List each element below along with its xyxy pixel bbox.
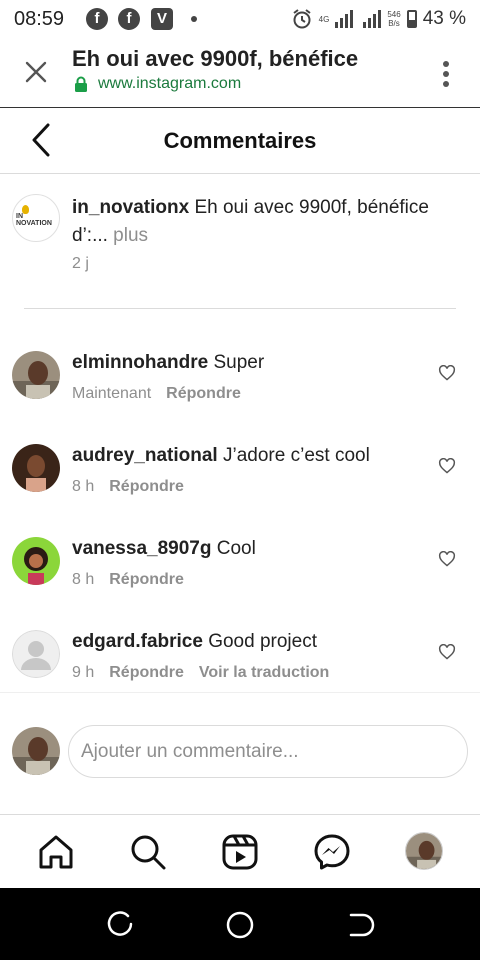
messenger-icon[interactable]	[313, 833, 351, 871]
avatar[interactable]: IN NOVATION	[12, 194, 60, 242]
url-bar[interactable]: www.instagram.com	[74, 75, 241, 93]
translate-button[interactable]: Voir la traduction	[199, 664, 329, 681]
comment-item: audrey_national J’adore c’est cool 8 h Ré…	[0, 444, 480, 537]
comment-meta: 9 h Répondre Voir la traduction	[72, 664, 329, 682]
comment-username[interactable]: vanessa_8907g	[72, 538, 211, 559]
more-link[interactable]: plus	[108, 225, 148, 246]
caption-time: 2 j	[72, 255, 89, 272]
avatar-logo-text: IN NOVATION	[16, 213, 52, 227]
lock-icon	[75, 76, 87, 92]
network-type: 4G	[318, 14, 330, 24]
comment-body: Super	[208, 352, 265, 373]
avatar[interactable]	[12, 537, 60, 585]
more-vert-icon[interactable]	[442, 60, 450, 88]
facebook-notification-icon: f	[86, 8, 108, 30]
home-icon[interactable]	[37, 833, 75, 871]
url-text: www.instagram.com	[98, 75, 242, 92]
heart-icon[interactable]	[438, 365, 456, 381]
comment-item: elminnohandre Super Maintenant Répondre	[0, 351, 480, 444]
recent-apps-icon[interactable]	[105, 910, 135, 940]
home-circle-icon[interactable]	[225, 910, 255, 940]
comment-meta: 8 h Répondre	[72, 571, 184, 589]
profile-avatar[interactable]	[405, 832, 443, 870]
signal-icon	[335, 10, 354, 28]
caption-username[interactable]: in_novationx	[72, 197, 189, 218]
status-indicators: 4G 546 B/s 43 %	[291, 6, 466, 32]
battery-icon	[406, 10, 417, 28]
comment-text: edgard.fabrice Good project	[72, 631, 317, 653]
add-comment-bar	[0, 692, 480, 814]
status-time: 08:59	[14, 8, 65, 30]
comment-username[interactable]: elminnohandre	[72, 352, 208, 373]
comment-body: J’adore c’est cool	[217, 445, 370, 466]
reply-button[interactable]: Répondre	[109, 664, 184, 681]
comments-header: Commentaires	[0, 108, 480, 174]
comment-time: 9 h	[72, 664, 95, 681]
back-icon[interactable]	[345, 910, 375, 940]
post-caption: IN NOVATION in_novationx Eh oui avec 990…	[0, 176, 480, 308]
facebook-notification-icon: f	[118, 8, 140, 30]
tab-bar	[0, 814, 480, 888]
heart-icon[interactable]	[438, 458, 456, 474]
custom-tab-header: Eh oui avec 9900f, bénéfice www.instagra…	[0, 38, 480, 108]
system-nav-bar	[0, 888, 480, 960]
reply-button[interactable]: Répondre	[109, 571, 184, 588]
heart-icon[interactable]	[438, 551, 456, 567]
signal-icon	[363, 10, 382, 28]
avatar[interactable]	[12, 444, 60, 492]
avatar[interactable]	[12, 351, 60, 399]
comment-item: vanessa_8907g Cool 8 h Répondre	[0, 537, 480, 630]
comment-text: elminnohandre Super	[72, 352, 264, 374]
status-bar: 08:59 f f V 4G 546 B/s 43 %	[0, 0, 480, 38]
network-speed: 546 B/s	[387, 10, 401, 28]
comment-meta: 8 h Répondre	[72, 478, 184, 496]
comment-text: vanessa_8907g Cool	[72, 538, 256, 560]
comment-username[interactable]: audrey_national	[72, 445, 218, 466]
alarm-icon	[293, 9, 311, 29]
avatar	[12, 727, 60, 775]
comment-body: Cool	[211, 538, 256, 559]
more-notifications-dot	[191, 16, 197, 22]
search-icon[interactable]	[129, 833, 167, 871]
comment-time: 8 h	[72, 478, 95, 495]
comment-username[interactable]: edgard.fabrice	[72, 631, 203, 652]
heart-icon[interactable]	[438, 644, 456, 660]
comment-meta: Maintenant Répondre	[72, 385, 241, 403]
avatar[interactable]	[12, 630, 60, 678]
page-title: Eh oui avec 9900f, bénéfice	[72, 46, 359, 71]
comment-input[interactable]	[68, 725, 468, 778]
header-title: Commentaires	[163, 128, 317, 153]
comment-time: Maintenant	[72, 385, 152, 402]
battery-percent: 43 %	[422, 8, 466, 29]
close-icon[interactable]	[22, 58, 50, 86]
caption-text: in_novationx Eh oui avec 9900f, bénéfice…	[72, 194, 462, 250]
reply-button[interactable]: Répondre	[109, 478, 184, 495]
reply-button[interactable]: Répondre	[166, 385, 241, 402]
comment-text: audrey_national J’adore c’est cool	[72, 445, 370, 467]
divider	[24, 308, 456, 309]
vskit-notification-icon: V	[151, 8, 173, 30]
comment-body: Good project	[202, 631, 318, 652]
comment-time: 8 h	[72, 571, 95, 588]
reels-icon[interactable]	[221, 833, 259, 871]
